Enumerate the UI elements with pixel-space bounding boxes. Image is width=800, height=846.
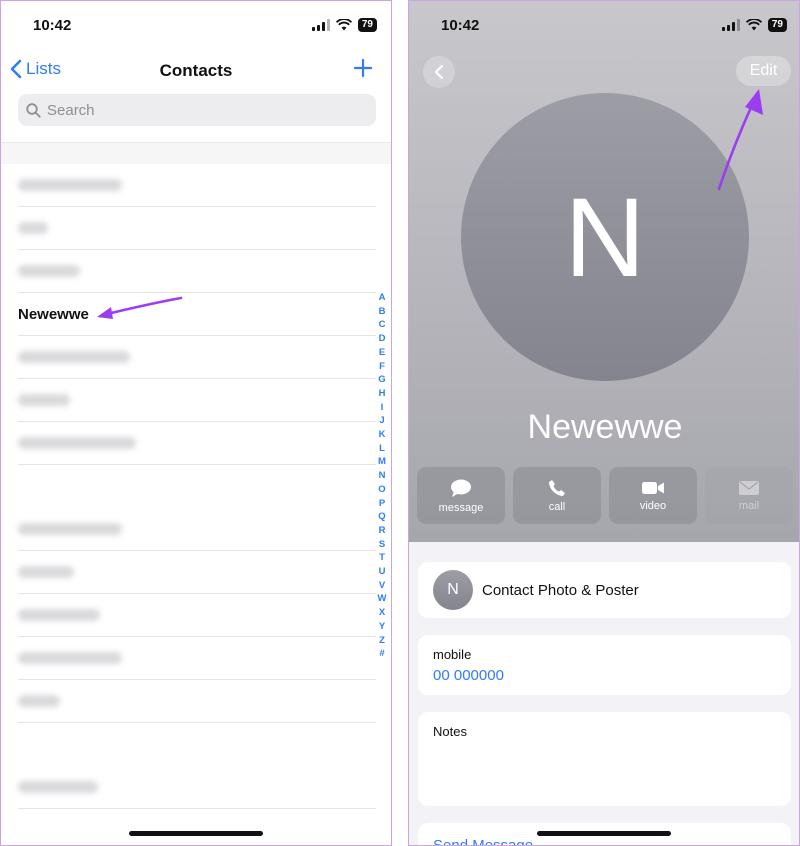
home-indicator xyxy=(129,831,263,836)
plus-icon xyxy=(353,58,373,78)
list-item[interactable] xyxy=(18,551,376,594)
list-item[interactable] xyxy=(18,508,376,551)
status-bar: 10:42 79 xyxy=(1,1,391,51)
status-icons: 79 xyxy=(721,18,787,32)
index-letter[interactable]: W xyxy=(378,592,387,606)
list-item[interactable] xyxy=(18,680,376,723)
list-item[interactable] xyxy=(18,164,376,207)
index-letter[interactable]: D xyxy=(379,332,386,346)
section-header xyxy=(1,142,391,164)
section-header xyxy=(1,723,391,766)
index-letter[interactable]: V xyxy=(379,579,385,593)
contact-photo-poster-label: Contact Photo & Poster xyxy=(482,581,639,599)
index-letter[interactable]: B xyxy=(379,305,386,319)
call-action-button[interactable]: call xyxy=(513,467,601,524)
battery-icon: 79 xyxy=(357,18,377,32)
cellular-signal-icon xyxy=(721,19,740,31)
contact-photo-poster-item[interactable]: N Contact Photo & Poster xyxy=(418,562,791,618)
index-letter[interactable]: K xyxy=(379,428,386,442)
index-letter[interactable]: R xyxy=(379,524,386,538)
index-letter[interactable]: N xyxy=(379,469,386,483)
avatar-initial: N xyxy=(564,174,646,300)
alphabet-index[interactable]: A B C D E F G H I J K L M N O P Q R S T U V W X Y Z # xyxy=(377,291,387,661)
search-bar[interactable] xyxy=(18,94,376,126)
list-item[interactable] xyxy=(18,336,376,379)
add-contact-button[interactable] xyxy=(353,58,373,83)
index-letter[interactable]: T xyxy=(379,551,385,565)
message-action-button[interactable]: message xyxy=(417,467,505,524)
list-item[interactable] xyxy=(18,594,376,637)
section-header xyxy=(1,465,391,508)
index-letter[interactable]: X xyxy=(379,606,385,620)
index-letter[interactable]: L xyxy=(379,442,385,456)
annotation-arrow-right xyxy=(717,89,763,191)
chevron-left-icon xyxy=(434,64,444,80)
list-item[interactable] xyxy=(18,207,376,250)
mobile-number-link[interactable]: 00 000000 xyxy=(433,667,776,684)
index-letter[interactable]: M xyxy=(378,455,386,469)
wifi-icon xyxy=(335,19,352,31)
mail-icon xyxy=(739,480,759,495)
mini-avatar: N xyxy=(433,570,473,610)
list-item[interactable] xyxy=(18,422,376,465)
list-item[interactable] xyxy=(18,766,376,809)
contacts-list-screen: 10:42 79 Lists Contacts Newewwe xyxy=(0,0,392,846)
video-action-button[interactable]: video xyxy=(609,467,697,524)
index-letter[interactable]: H xyxy=(379,387,386,401)
contact-item-highlighted[interactable]: Newewwe xyxy=(18,293,376,336)
index-letter[interactable]: C xyxy=(379,318,386,332)
notes-label: Notes xyxy=(433,724,467,739)
index-letter[interactable]: P xyxy=(379,497,385,511)
index-letter[interactable]: A xyxy=(379,291,386,305)
edit-button[interactable]: Edit xyxy=(736,56,791,86)
message-icon xyxy=(451,479,471,497)
action-label: video xyxy=(639,499,667,512)
mobile-label: mobile xyxy=(433,647,472,662)
mobile-field-card: mobile 00 000000 xyxy=(418,635,791,695)
contacts-list: Newewwe xyxy=(1,142,391,809)
contact-name: Newewwe xyxy=(18,305,89,323)
action-label: call xyxy=(548,500,566,513)
back-button[interactable] xyxy=(423,56,455,88)
index-letter[interactable]: F xyxy=(379,360,385,374)
list-item[interactable] xyxy=(18,379,376,422)
phone-icon xyxy=(549,479,565,496)
index-letter[interactable]: J xyxy=(379,414,384,428)
contact-detail-screen: 10:42 79 Edit N Newewwe message call vid… xyxy=(408,0,800,846)
action-label: mail xyxy=(738,499,760,512)
contact-header: 10:42 79 Edit N Newewwe message call vid… xyxy=(409,1,799,542)
mail-action-button[interactable]: mail xyxy=(705,467,793,524)
notes-card[interactable]: Notes xyxy=(418,712,791,806)
index-letter[interactable]: # xyxy=(379,647,384,661)
index-letter[interactable]: O xyxy=(378,483,385,497)
index-letter[interactable]: G xyxy=(378,373,385,387)
avatar: N xyxy=(461,93,749,381)
index-letter[interactable]: S xyxy=(379,538,385,552)
wifi-icon xyxy=(745,19,762,31)
battery-icon: 79 xyxy=(767,18,787,32)
list-item[interactable] xyxy=(18,637,376,680)
contact-name: Newewwe xyxy=(527,408,683,446)
index-letter[interactable]: Y xyxy=(379,620,385,634)
index-letter[interactable]: I xyxy=(381,401,384,415)
index-letter[interactable]: E xyxy=(379,346,385,360)
index-letter[interactable]: Z xyxy=(379,634,385,648)
quick-actions: message call video mail xyxy=(417,467,793,524)
page-title: Contacts xyxy=(159,61,233,80)
list-item[interactable] xyxy=(18,250,376,293)
search-input[interactable] xyxy=(47,101,347,119)
status-time: 10:42 xyxy=(441,17,480,34)
index-letter[interactable]: Q xyxy=(378,510,385,524)
index-letter[interactable]: U xyxy=(379,565,386,579)
home-indicator xyxy=(537,831,671,836)
send-message-link[interactable]: Send Message xyxy=(433,837,776,845)
status-time: 10:42 xyxy=(33,17,72,34)
status-icons: 79 xyxy=(311,18,377,32)
cellular-signal-icon xyxy=(311,19,330,31)
video-icon xyxy=(642,481,664,494)
search-icon xyxy=(26,102,41,118)
status-bar: 10:42 79 xyxy=(409,1,799,51)
annotation-arrow-left xyxy=(97,296,183,319)
action-label: message xyxy=(438,501,484,514)
